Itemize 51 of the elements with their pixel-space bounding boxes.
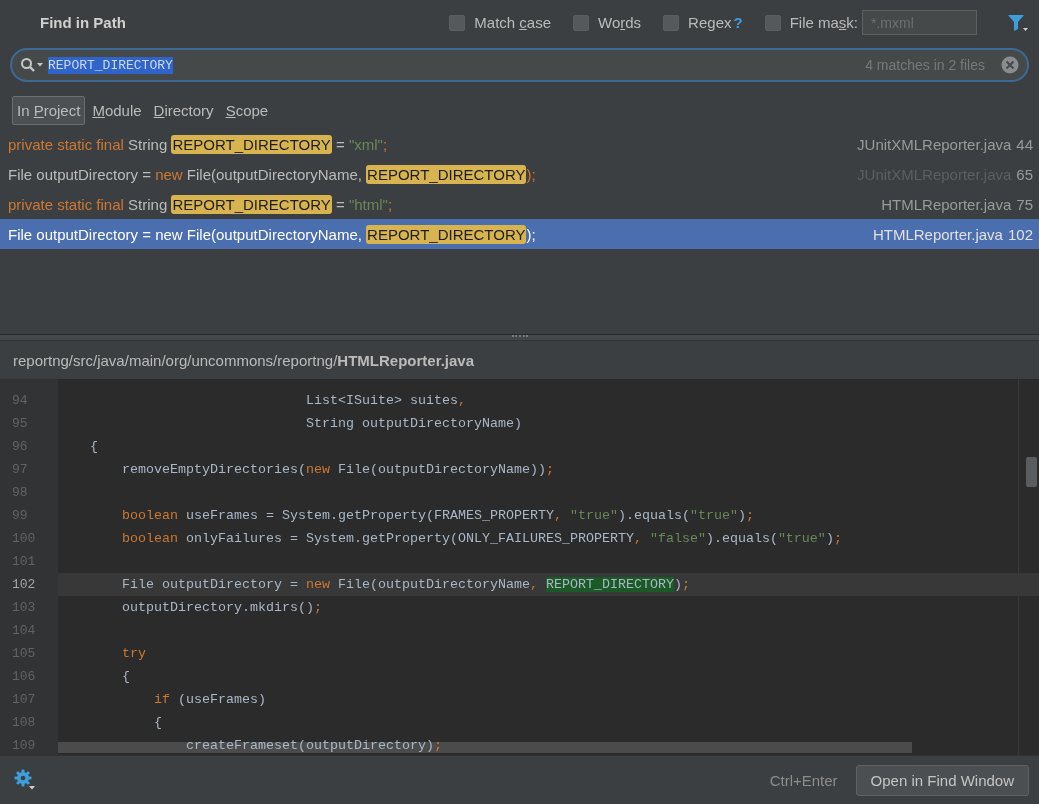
- vertical-scrollbar[interactable]: [1026, 457, 1037, 487]
- code-line: boolean useFrames = System.getProperty(FRAMES_PROPERTY, "true").equals("true");: [121, 508, 754, 523]
- open-in-find-window-button[interactable]: Open in Find Window: [855, 764, 1029, 796]
- code-line: {: [89, 439, 98, 454]
- checkbox[interactable]: [573, 14, 589, 31]
- code-line: createFrameset(outputDirectory);: [184, 738, 442, 753]
- code-line: if (useFrames): [152, 692, 266, 707]
- file-path: reportng/src/java/main/org/uncommons/reportng/HTMLReporter.java: [13, 351, 475, 369]
- code-line: String outputDirectoryName): [304, 416, 522, 431]
- option-label[interactable]: Words: [598, 14, 642, 31]
- filter-icon[interactable]: [1007, 13, 1029, 32]
- scope-tab[interactable]: In Project: [12, 96, 86, 125]
- result-snippet: private static final String REPORT_DIRECTORY = "html";: [8, 195, 393, 213]
- result-row[interactable]: private static final String REPORT_DIRECTORY = "html"; HTMLReporter.java 75: [0, 189, 1039, 219]
- result-line-number: 102: [1007, 225, 1033, 243]
- result-snippet: private static final String REPORT_DIRECTORY = "xml";: [8, 135, 388, 153]
- checkbox[interactable]: [449, 14, 466, 31]
- code-line: try: [121, 646, 146, 661]
- result-file: HTMLReporter.java: [881, 195, 1012, 213]
- code-line: boolean onlyFailures = System.getProperty(ONLY_FAILURES_PROPERTY, "false").equals("true");: [121, 531, 842, 546]
- scope-tab[interactable]: Module: [87, 96, 147, 125]
- result-row[interactable]: File outputDirectory = new File(outputDirectoryName, REPORT_DIRECTORY); HTMLReporter.java 102: [0, 219, 1039, 249]
- result-file: HTMLReporter.java: [872, 225, 1003, 243]
- scope-tab[interactable]: Scope: [220, 96, 274, 125]
- code-line: outputDirectory.mkdirs();: [121, 600, 322, 615]
- search-icon[interactable]: [20, 57, 44, 73]
- scope-tab[interactable]: Directory: [148, 96, 219, 125]
- checkbox[interactable]: [663, 14, 680, 31]
- code-line: File outputDirectory = new File(outputDirectoryName, REPORT_DIRECTORY);: [121, 577, 690, 592]
- splitter-handle[interactable]: [511, 335, 528, 339]
- code-line: List<ISuite> suites,: [304, 393, 466, 408]
- clear-icon[interactable]: [1001, 56, 1019, 74]
- result-snippet: File outputDirectory = new File(outputDirectoryName, REPORT_DIRECTORY);: [8, 165, 536, 183]
- result-line-number: 75: [1016, 195, 1033, 213]
- result-file: JUnitXMLReporter.java: [857, 135, 1012, 153]
- settings-icon[interactable]: [14, 769, 36, 791]
- horizontal-scrollbar[interactable]: [58, 742, 912, 753]
- result-line-number: 44: [1016, 135, 1033, 153]
- result-line-number: 65: [1016, 165, 1033, 183]
- option-label[interactable]: Match case: [474, 14, 551, 31]
- code-line: {: [152, 715, 162, 730]
- dialog-title: Find in Path: [40, 14, 126, 31]
- help-icon[interactable]: ?: [733, 14, 743, 31]
- result-snippet: File outputDirectory = new File(outputDirectoryName, REPORT_DIRECTORY);: [8, 225, 536, 243]
- option-label[interactable]: Regex: [688, 14, 732, 31]
- checkbox[interactable]: [764, 14, 781, 31]
- shortcut-hint: Ctrl+Enter: [769, 771, 838, 789]
- code-line: {: [121, 669, 130, 684]
- code-line: removeEmptyDirectories(new File(outputDirectoryName));: [121, 462, 554, 477]
- result-row[interactable]: private static final String REPORT_DIRECTORY = "xml"; JUnitXMLReporter.java 44: [0, 129, 1039, 159]
- option-label[interactable]: File mask:: [789, 14, 858, 31]
